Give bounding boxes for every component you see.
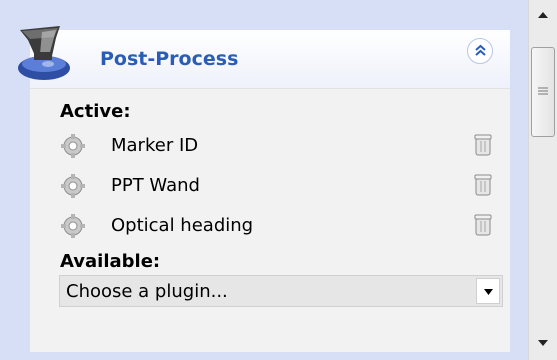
- vertical-scrollbar[interactable]: [528, 0, 557, 360]
- trash-can-icon[interactable]: [473, 173, 493, 197]
- plugin-select[interactable]: Choose a plugin...: [59, 275, 503, 307]
- scroll-up-arrow-icon[interactable]: [538, 12, 548, 18]
- panel-title: Post-Process: [100, 48, 239, 70]
- dropdown-button[interactable]: [476, 278, 500, 304]
- gear-icon: [61, 174, 85, 198]
- gear-icon: [61, 134, 85, 158]
- gear-icon: [61, 214, 85, 238]
- plugin-select-value: Choose a plugin...: [66, 281, 228, 302]
- post-process-device-icon: [18, 26, 70, 80]
- active-plugin-row: PPT Wand: [60, 171, 500, 201]
- task-pane: Post-Process Active: Marker ID PPT Wand …: [0, 0, 528, 360]
- plugin-name: Marker ID: [111, 135, 199, 156]
- scroll-down-arrow-icon[interactable]: [538, 340, 548, 346]
- active-label: Active:: [60, 101, 131, 122]
- trash-can-icon[interactable]: [473, 133, 493, 157]
- plugin-name: Optical heading: [111, 215, 254, 236]
- post-process-panel: Post-Process Active: Marker ID PPT Wand …: [18, 26, 510, 352]
- scroll-thumb[interactable]: [531, 47, 555, 137]
- available-label: Available:: [60, 251, 161, 272]
- active-plugin-row: Optical heading: [60, 211, 500, 241]
- trash-can-icon[interactable]: [473, 213, 493, 237]
- caret-down-icon: [484, 289, 493, 295]
- grip-icon: [538, 87, 548, 95]
- double-chevron-up-icon: [475, 44, 486, 56]
- panel-body: Active: Marker ID PPT Wand Optical headi…: [30, 88, 510, 352]
- panel-header[interactable]: Post-Process: [18, 26, 510, 88]
- plugin-name: PPT Wand: [111, 175, 200, 196]
- active-plugin-row: Marker ID: [60, 131, 500, 161]
- collapse-button[interactable]: [467, 38, 493, 64]
